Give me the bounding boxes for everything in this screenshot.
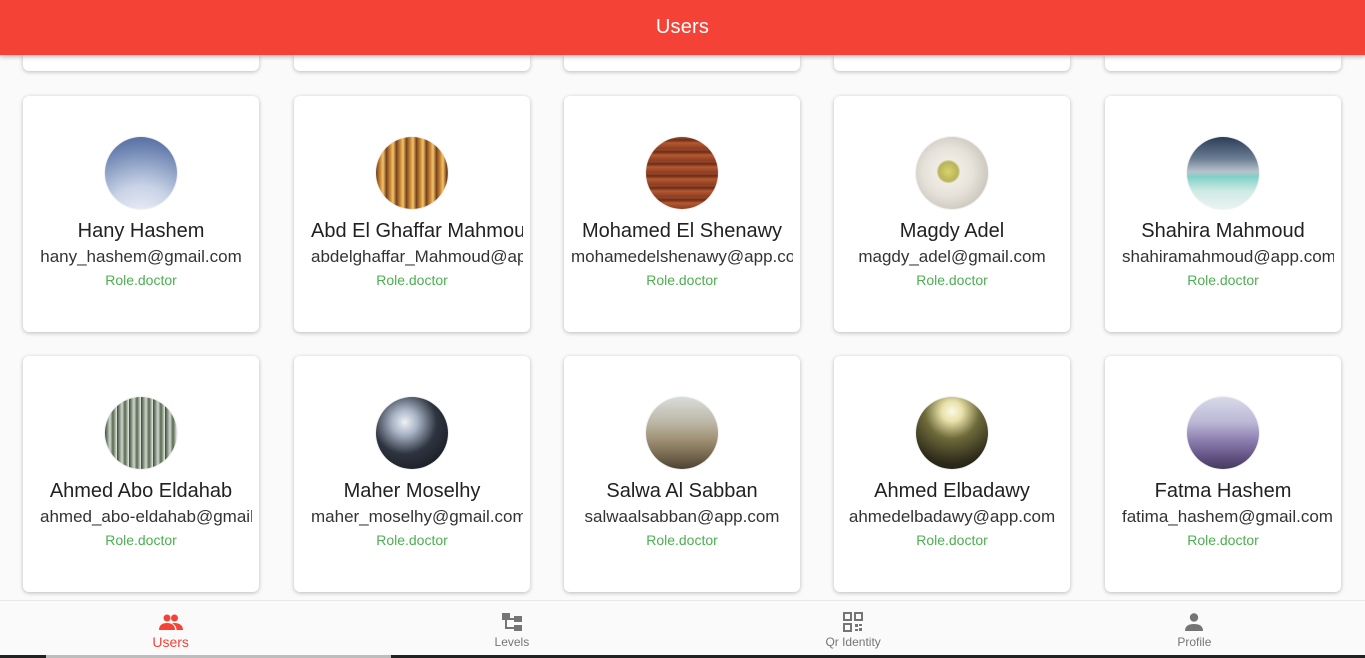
user-name: Mohamed El Shenawy xyxy=(581,220,783,242)
user-role: Role.doctor xyxy=(105,272,177,288)
bottom-navigation: Users Levels Qr Identity Profile xyxy=(0,600,1365,658)
users-grid[interactable]: Hany Hashem hany_hashem@gmail.com Role.d… xyxy=(0,55,1365,600)
user-role: Role.doctor xyxy=(376,532,448,548)
user-card-partial[interactable] xyxy=(294,55,530,71)
user-name: Fatma Hashem xyxy=(1154,480,1292,502)
user-name: Shahira Mahmoud xyxy=(1141,220,1305,242)
user-email: salwaalsabban@app.com xyxy=(584,507,780,526)
avatar xyxy=(646,137,718,209)
user-card-partial[interactable] xyxy=(834,55,1070,71)
user-email: ahmedelbadawy@app.com xyxy=(848,507,1056,526)
user-name: Salwa Al Sabban xyxy=(606,480,758,502)
user-email: magdy_adel@gmail.com xyxy=(858,247,1046,266)
user-card[interactable]: Ahmed Abo Eldahab ahmed_abo-eldahab@gmai… xyxy=(23,356,259,592)
avatar xyxy=(916,137,988,209)
avatar xyxy=(376,137,448,209)
user-email: ahmed_abo-eldahab@gmail.com xyxy=(40,507,252,526)
nav-label: Qr Identity xyxy=(825,635,881,649)
user-role: Role.doctor xyxy=(1187,272,1259,288)
page-title: Users xyxy=(655,16,710,38)
nav-label: Profile xyxy=(1177,635,1212,649)
user-card[interactable]: Maher Moselhy maher_moselhy@gmail.com Ro… xyxy=(294,356,530,592)
user-email: abdelghaffar_Mahmoud@app.com xyxy=(311,247,523,266)
nav-item-profile[interactable]: Profile xyxy=(1024,601,1365,658)
user-email: fatima_hashem@gmail.com xyxy=(1122,507,1333,526)
user-name: Ahmed Elbadawy xyxy=(874,480,1030,502)
user-role: Role.doctor xyxy=(105,532,177,548)
app-bar: Users xyxy=(0,0,1365,55)
user-email: shahiramahmoud@app.com xyxy=(1122,247,1334,266)
nav-label: Users xyxy=(152,634,189,650)
user-role: Role.doctor xyxy=(646,272,718,288)
nav-item-qr-identity[interactable]: Qr Identity xyxy=(683,601,1024,658)
user-email: hany_hashem@gmail.com xyxy=(40,247,242,266)
user-name: Abd El Ghaffar Mahmoud xyxy=(311,220,523,242)
user-email: mohamedelshenawy@app.com xyxy=(571,247,793,266)
avatar xyxy=(376,397,448,469)
nav-item-users[interactable]: Users xyxy=(0,601,341,658)
user-card[interactable]: Salwa Al Sabban salwaalsabban@app.com Ro… xyxy=(564,356,800,592)
user-name: Hany Hashem xyxy=(77,220,205,242)
group-icon xyxy=(158,611,183,633)
hierarchy-icon xyxy=(500,611,524,633)
qr-code-icon xyxy=(841,611,865,633)
user-name: Maher Moselhy xyxy=(343,480,481,502)
user-role: Role.doctor xyxy=(646,532,718,548)
user-card[interactable]: Fatma Hashem fatima_hashem@gmail.com Rol… xyxy=(1105,356,1341,592)
user-card-partial[interactable] xyxy=(564,55,800,71)
avatar xyxy=(1187,137,1259,209)
avatar xyxy=(916,397,988,469)
user-card[interactable]: Abd El Ghaffar Mahmoud abdelghaffar_Mahm… xyxy=(294,96,530,332)
user-email: maher_moselhy@gmail.com xyxy=(311,507,523,526)
user-card[interactable]: Shahira Mahmoud shahiramahmoud@app.com R… xyxy=(1105,96,1341,332)
avatar xyxy=(1187,397,1259,469)
user-card-partial[interactable] xyxy=(1105,55,1341,71)
user-name: Magdy Adel xyxy=(899,220,1005,242)
user-role: Role.doctor xyxy=(1187,532,1259,548)
avatar xyxy=(105,397,177,469)
user-role: Role.doctor xyxy=(916,532,988,548)
avatar xyxy=(646,397,718,469)
nav-label: Levels xyxy=(494,635,530,649)
nav-item-levels[interactable]: Levels xyxy=(341,601,682,658)
user-card[interactable]: Magdy Adel magdy_adel@gmail.com Role.doc… xyxy=(834,96,1070,332)
user-card-partial[interactable] xyxy=(23,55,259,71)
user-role: Role.doctor xyxy=(376,272,448,288)
user-card[interactable]: Ahmed Elbadawy ahmedelbadawy@app.com Rol… xyxy=(834,356,1070,592)
avatar xyxy=(105,137,177,209)
user-name: Ahmed Abo Eldahab xyxy=(49,480,233,502)
user-role: Role.doctor xyxy=(916,272,988,288)
user-card[interactable]: Hany Hashem hany_hashem@gmail.com Role.d… xyxy=(23,96,259,332)
person-icon xyxy=(1182,611,1206,633)
user-card[interactable]: Mohamed El Shenawy mohamedelshenawy@app.… xyxy=(564,96,800,332)
